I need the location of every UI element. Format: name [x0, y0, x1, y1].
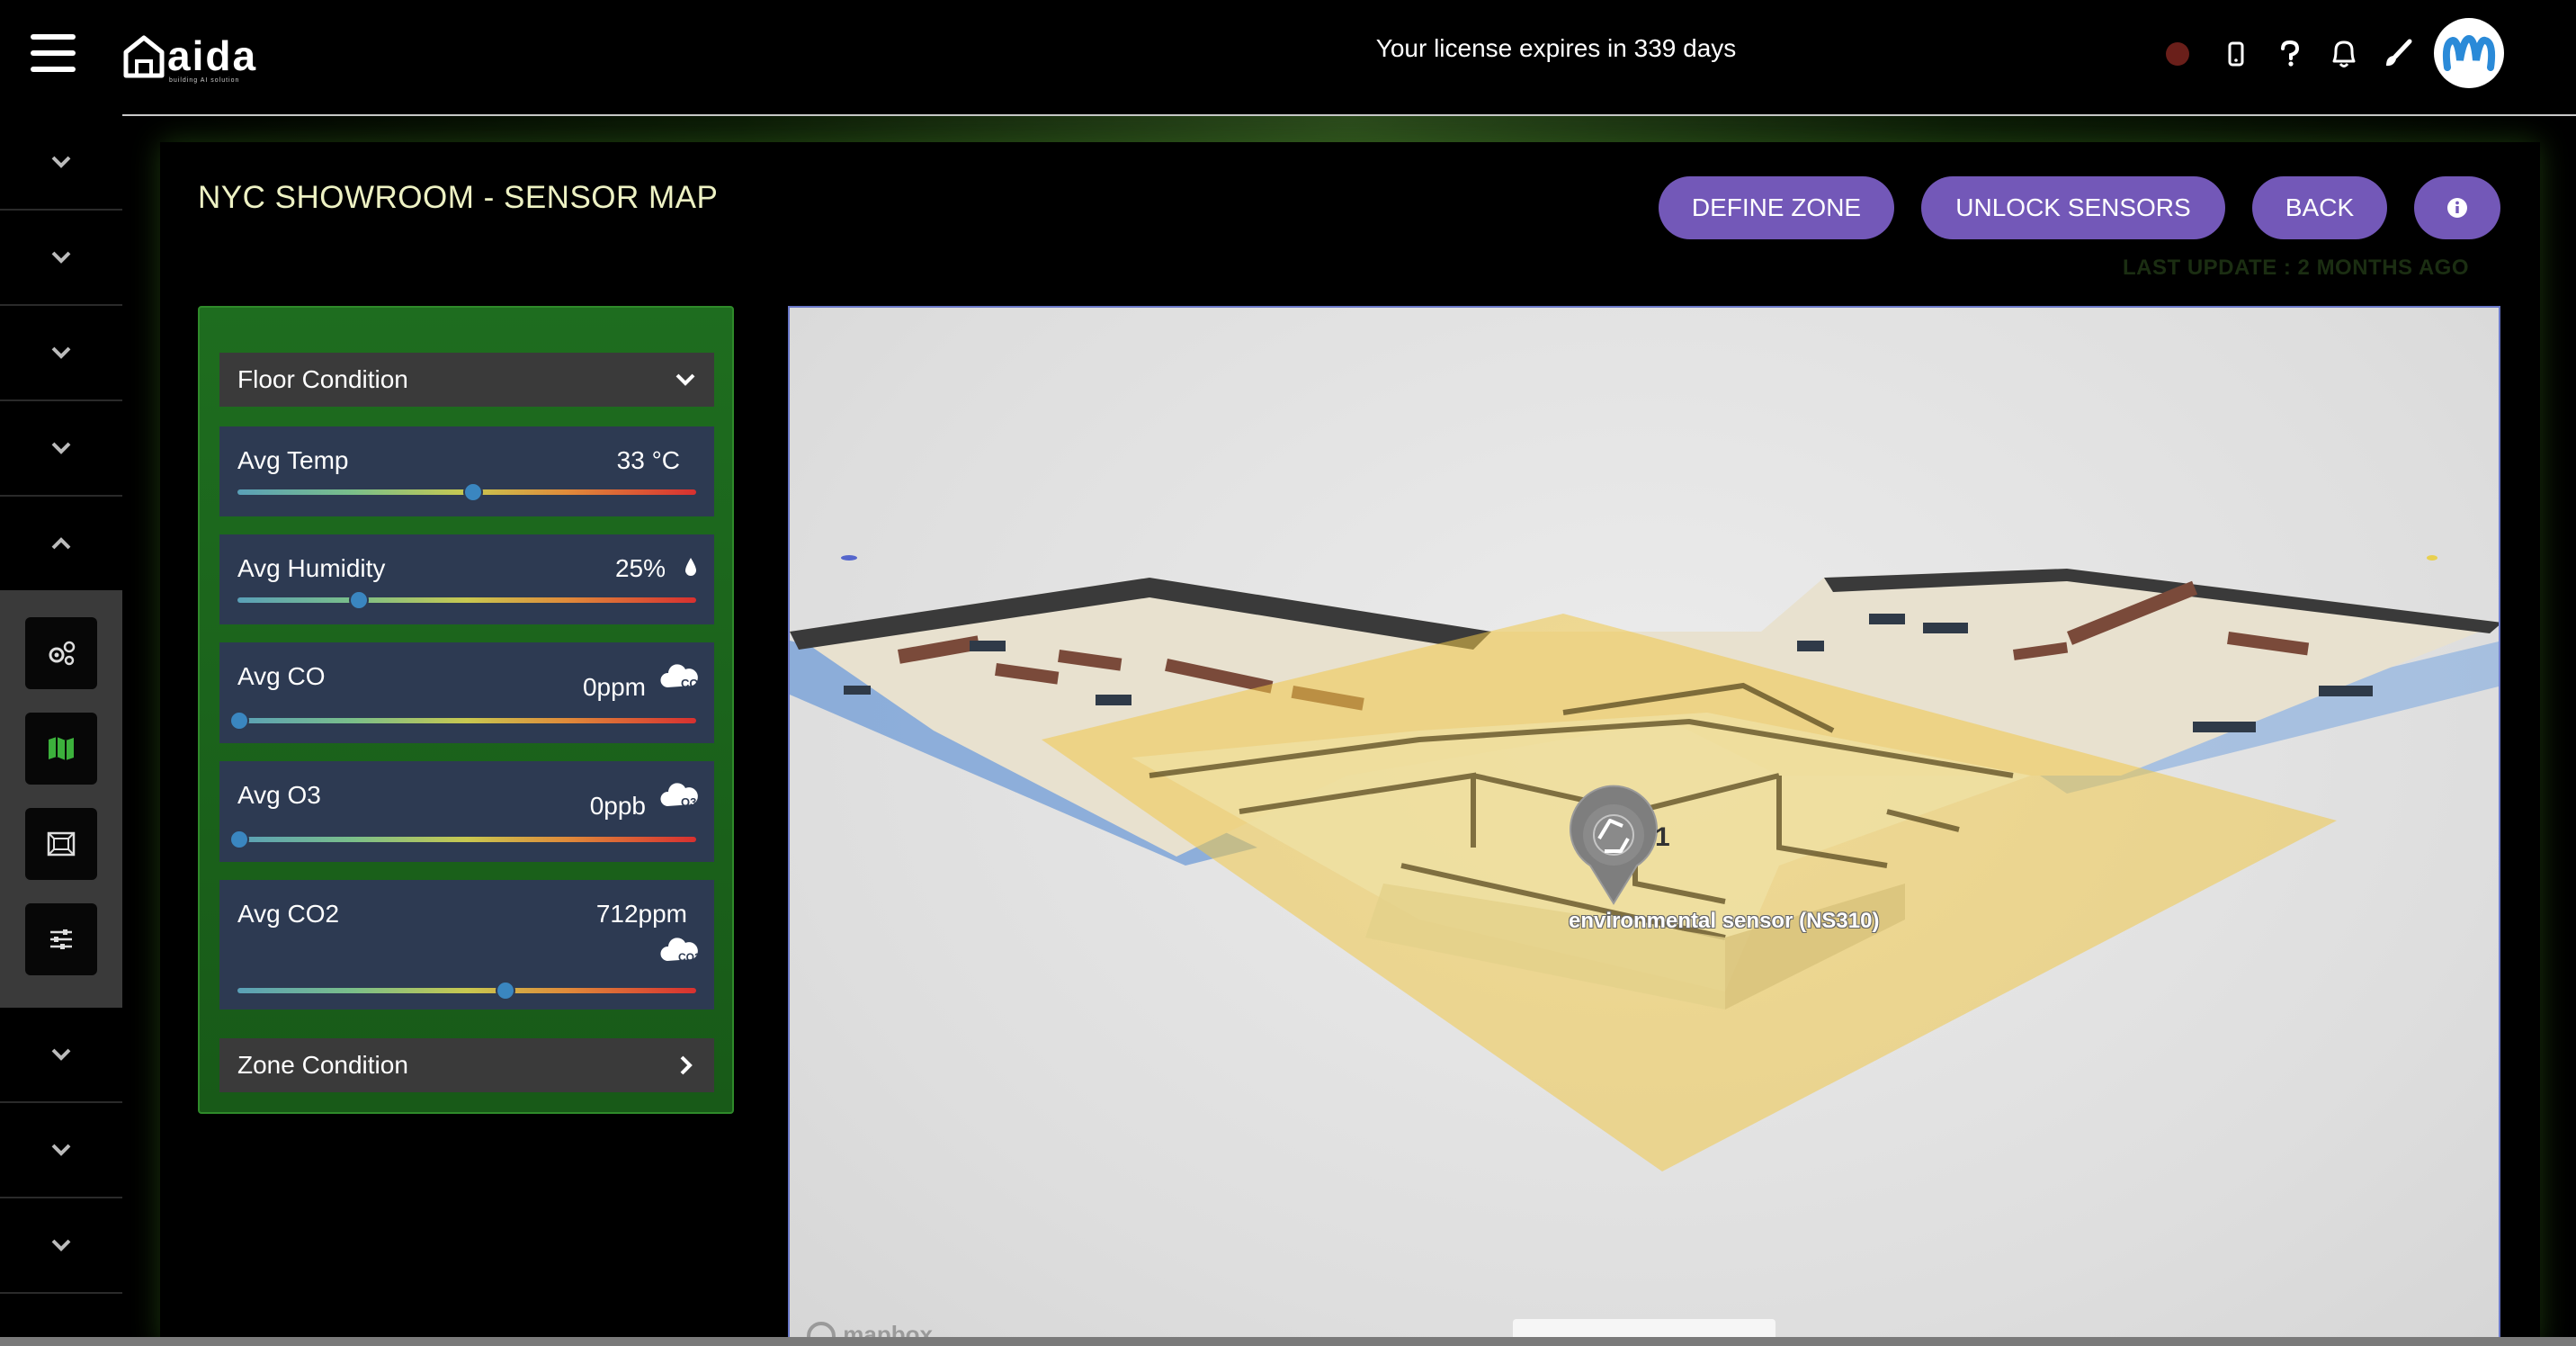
co-cloud-icon: CO [660, 664, 698, 690]
metric-gauge-track [237, 837, 696, 842]
condition-panel: Floor Condition Avg Temp 33 °C Avg Humid… [198, 306, 734, 1114]
bottom-scrollbar[interactable] [0, 1337, 2576, 1346]
chevron-down-icon [51, 1239, 71, 1252]
sidebar-item-7[interactable] [0, 1103, 122, 1198]
define-zone-button[interactable]: DEFINE ZONE [1659, 176, 1894, 239]
chevron-down-icon [51, 251, 71, 264]
logo-subtext: building AI solution [169, 77, 240, 84]
logo[interactable]: aida building AI solution [122, 32, 257, 85]
settings-icon [49, 641, 76, 666]
metric-label: Avg Temp [237, 446, 349, 474]
bell-icon[interactable] [2326, 32, 2362, 76]
unlock-sensors-button[interactable]: UNLOCK SENSORS [1921, 176, 2225, 239]
chevron-right-icon [680, 1055, 693, 1075]
sidebar-map-button[interactable] [25, 713, 97, 785]
floorplan-3d [790, 555, 2499, 1171]
sidebar-item-4[interactable] [0, 401, 122, 497]
metric-label: Avg Humidity [237, 554, 386, 582]
chevron-down-icon [51, 1144, 71, 1156]
status-dot-icon[interactable] [2166, 42, 2189, 66]
chevron-up-icon [51, 537, 71, 550]
chevron-down-icon [51, 156, 71, 168]
help-icon[interactable] [2272, 32, 2308, 76]
sidebar-settings-button[interactable] [25, 617, 97, 689]
metric-value: 712ppm [595, 900, 687, 928]
metric-value: 0ppm [582, 673, 646, 701]
metric-value: 0ppb [589, 792, 646, 820]
sidebar-item-6[interactable] [0, 1008, 122, 1103]
metric-label: Avg O3 [237, 781, 321, 809]
floor-condition-label: Floor Condition [237, 365, 408, 393]
info-button[interactable] [2414, 176, 2500, 239]
sidebar-item-8[interactable] [0, 1198, 122, 1294]
sensor-count: 1 [1655, 822, 1670, 852]
left-sidebar [0, 115, 122, 1346]
sidebar-item-3[interactable] [0, 306, 122, 401]
page-title: NYC SHOWROOM - SENSOR MAP [198, 180, 719, 215]
sliders-icon [50, 929, 72, 949]
metric-avg-co2: Avg CO2 712ppm CO2 [219, 880, 714, 1010]
user-logo-icon [2442, 34, 2496, 71]
chevron-down-icon [51, 1048, 71, 1061]
metric-gauge-knob [495, 981, 515, 1001]
last-update-text: LAST UPDATE : 2 MONTHS AGO [2123, 256, 2469, 280]
sidebar-item-5-expanded[interactable] [0, 497, 122, 592]
user-avatar[interactable] [2434, 18, 2504, 88]
floor-condition-dropdown[interactable]: Floor Condition [219, 353, 714, 407]
header-icons [2166, 32, 2434, 76]
co2-cloud-icon: CO2 [660, 938, 698, 964]
sidebar-item-2[interactable] [0, 211, 122, 306]
metric-gauge-track [237, 597, 696, 603]
chevron-down-icon [51, 442, 71, 454]
zone-condition-dropdown[interactable]: Zone Condition [219, 1038, 714, 1092]
metric-label: Avg CO2 [237, 900, 340, 928]
metric-avg-co: Avg CO 0ppm CO [219, 642, 714, 743]
sidebar-floorplan-button[interactable] [25, 808, 97, 880]
sensor-label[interactable]: environmental sensor (NS310) [1569, 909, 1879, 934]
menu-icon[interactable] [31, 34, 76, 72]
sensor-map[interactable]: 1 environmental sensor (NS310) mapbox [788, 306, 2500, 1346]
sidebar-item-1[interactable] [0, 115, 122, 211]
sidebar-submenu [0, 590, 122, 1008]
o3-icon-text: O3 [681, 795, 696, 809]
info-icon [2447, 198, 2467, 218]
co-icon-text: CO [681, 677, 698, 690]
map-icon [49, 737, 74, 760]
brush-icon[interactable] [2380, 32, 2416, 76]
metric-value: 25% [614, 554, 666, 582]
metric-gauge-track [237, 718, 696, 723]
metric-label: Avg CO [237, 662, 326, 690]
chevron-down-icon [675, 373, 695, 386]
metric-gauge-track [237, 988, 696, 993]
house-logo-icon [123, 35, 165, 78]
metric-gauge-knob [463, 482, 484, 502]
metric-gauge-knob [348, 590, 369, 610]
metric-avg-temp: Avg Temp 33 °C [219, 426, 714, 516]
sidebar-sliders-button[interactable] [25, 903, 97, 975]
droplet-icon [685, 558, 696, 576]
metric-avg-o3: Avg O3 0ppb O3 [219, 761, 714, 862]
metric-gauge-knob [229, 711, 249, 731]
metric-avg-humidity: Avg Humidity 25% [219, 534, 714, 624]
chevron-down-icon [51, 346, 71, 359]
zone-condition-label: Zone Condition [237, 1051, 408, 1079]
license-notice: Your license expires in 339 days [1375, 34, 1737, 62]
back-button[interactable]: BACK [2252, 176, 2387, 239]
o3-cloud-icon: O3 [660, 783, 698, 809]
mobile-icon[interactable] [2218, 32, 2254, 76]
metric-gauge-knob [229, 830, 249, 849]
co2-icon-text: CO2 [678, 951, 698, 964]
logo-text: aida [167, 32, 258, 79]
metric-value: 33 °C [616, 446, 680, 474]
floorplan-icon [47, 831, 76, 857]
